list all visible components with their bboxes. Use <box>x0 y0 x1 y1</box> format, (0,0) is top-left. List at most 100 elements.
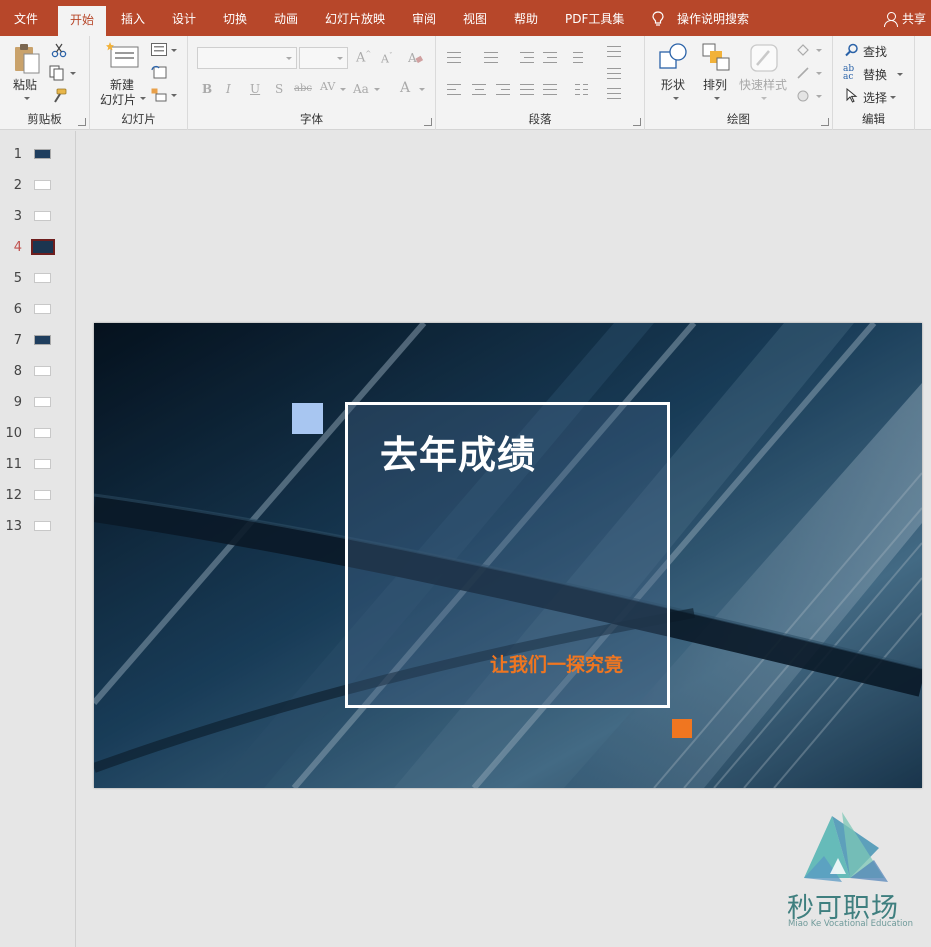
chevron-down-icon[interactable] <box>140 97 146 100</box>
slide-thumbnail-active[interactable]: 4 <box>0 237 76 261</box>
tab-slideshow[interactable]: 幻灯片放映 <box>325 0 385 36</box>
chevron-down-icon[interactable] <box>24 97 30 100</box>
slide-thumbnail[interactable]: 13 <box>0 516 76 540</box>
tab-review[interactable]: 审阅 <box>412 0 436 36</box>
new-slide-label-2[interactable]: 幻灯片 <box>100 91 136 108</box>
strikethrough-icon[interactable]: abc <box>294 83 312 94</box>
tab-pdf-tools[interactable]: PDF工具集 <box>565 0 624 36</box>
bullets-icon[interactable] <box>447 52 461 64</box>
slide-thumbnail[interactable]: 7 <box>0 330 76 354</box>
tab-animations[interactable]: 动画 <box>274 0 298 36</box>
smartart-icon[interactable] <box>607 88 621 100</box>
chevron-down-icon[interactable] <box>890 96 896 99</box>
line-spacing-icon[interactable] <box>569 52 583 64</box>
tab-transitions[interactable]: 切换 <box>223 0 247 36</box>
dialog-launcher-icon[interactable] <box>821 118 829 126</box>
slide-thumbnail[interactable]: 1 <box>0 144 76 168</box>
layout-icon[interactable] <box>151 43 167 56</box>
paste-label[interactable]: 粘贴 <box>13 76 37 93</box>
chevron-down-icon[interactable] <box>419 88 425 91</box>
slide-thumbnail[interactable]: 11 <box>0 454 76 478</box>
quick-styles-icon[interactable] <box>748 42 782 74</box>
find-label[interactable]: 查找 <box>863 43 887 60</box>
share-button[interactable]: 共享 <box>884 10 926 27</box>
chevron-down-icon[interactable] <box>70 72 76 75</box>
chevron-down-icon[interactable] <box>171 49 177 52</box>
character-spacing-icon[interactable]: AV <box>320 80 335 93</box>
align-right-icon[interactable] <box>496 84 510 96</box>
grow-font-icon[interactable]: A^ <box>356 50 371 65</box>
tab-home[interactable]: 开始 <box>58 6 107 36</box>
tab-design[interactable]: 设计 <box>172 0 196 36</box>
slide-thumbnail[interactable]: 8 <box>0 361 76 385</box>
tab-file[interactable]: 文件 <box>14 0 38 36</box>
slide-thumbnail[interactable]: 10 <box>0 423 76 447</box>
select-label[interactable]: 选择 <box>863 89 887 106</box>
chevron-down-icon[interactable] <box>897 73 903 76</box>
dialog-launcher-icon[interactable] <box>78 118 86 126</box>
tab-insert[interactable]: 插入 <box>121 0 145 36</box>
numbering-icon[interactable] <box>484 52 498 64</box>
select-cursor-icon[interactable] <box>846 88 858 103</box>
slide-thumbnail[interactable]: 6 <box>0 299 76 323</box>
chevron-down-icon[interactable] <box>714 97 720 100</box>
slide-thumbnail[interactable]: 9 <box>0 392 76 416</box>
chevron-down-icon[interactable] <box>374 88 380 91</box>
align-center-icon[interactable] <box>472 84 486 96</box>
distribute-icon[interactable] <box>543 84 557 96</box>
replace-icon[interactable]: ab ac <box>843 65 854 82</box>
font-name-combo[interactable] <box>197 47 297 69</box>
font-size-combo[interactable] <box>299 47 348 69</box>
shape-outline-icon[interactable] <box>795 65 811 81</box>
align-left-icon[interactable] <box>447 84 461 96</box>
chevron-down-icon[interactable] <box>673 97 679 100</box>
find-icon[interactable] <box>845 43 859 57</box>
copy-icon[interactable] <box>49 65 67 81</box>
tell-me-search[interactable]: 操作说明搜索 <box>677 0 749 38</box>
slide-thumbnail[interactable]: 5 <box>0 268 76 292</box>
replace-label[interactable]: 替换 <box>863 66 887 83</box>
columns-icon[interactable] <box>575 84 589 96</box>
new-slide-icon[interactable] <box>106 42 140 70</box>
chevron-down-icon[interactable] <box>340 88 346 91</box>
bold-icon[interactable]: B <box>202 82 212 96</box>
chevron-down-icon[interactable] <box>816 95 822 98</box>
decrease-indent-icon[interactable] <box>520 52 534 64</box>
section-icon[interactable] <box>151 88 167 102</box>
slide-title[interactable]: 去年成绩 <box>380 424 536 479</box>
justify-icon[interactable] <box>520 84 534 96</box>
change-case-icon[interactable]: Aa <box>353 82 369 96</box>
chevron-down-icon[interactable] <box>171 94 177 97</box>
dialog-launcher-icon[interactable] <box>424 118 432 126</box>
chevron-down-icon[interactable] <box>816 49 822 52</box>
slide-thumbnail[interactable]: 12 <box>0 485 76 509</box>
shrink-font-icon[interactable]: Aˇ <box>381 52 392 66</box>
slide-thumbnail[interactable]: 2 <box>0 175 76 199</box>
slide-subtitle[interactable]: 让我们一探究竟 <box>490 650 623 677</box>
underline-icon[interactable]: U <box>250 82 260 96</box>
shape-effects-icon[interactable] <box>795 88 811 104</box>
align-text-icon[interactable] <box>607 68 621 80</box>
arrange-icon[interactable] <box>701 42 731 72</box>
slide-canvas[interactable]: 去年成绩 让我们一探究竟 <box>94 323 922 788</box>
shapes-icon[interactable] <box>658 42 690 72</box>
font-color-icon[interactable]: A <box>400 80 410 96</box>
tab-help[interactable]: 帮助 <box>514 0 538 36</box>
reset-slide-icon[interactable] <box>151 65 167 79</box>
slide-thumbnail[interactable]: 3 <box>0 206 76 230</box>
shadow-icon[interactable]: S <box>275 82 283 96</box>
chevron-down-icon[interactable] <box>761 97 767 100</box>
paste-icon[interactable] <box>12 42 42 74</box>
italic-icon[interactable]: I <box>226 82 231 96</box>
dialog-launcher-icon[interactable] <box>633 118 641 126</box>
cut-icon[interactable] <box>51 42 67 58</box>
shapes-label[interactable]: 形状 <box>661 76 685 93</box>
format-painter-icon[interactable] <box>51 88 67 104</box>
arrange-label[interactable]: 排列 <box>703 76 727 93</box>
tab-view[interactable]: 视图 <box>463 0 487 36</box>
quick-styles-label[interactable]: 快速样式 <box>739 76 787 93</box>
text-direction-icon[interactable] <box>607 46 621 58</box>
chevron-down-icon[interactable] <box>816 72 822 75</box>
clear-formatting-icon[interactable]: A <box>408 50 424 66</box>
shape-fill-icon[interactable] <box>795 42 811 58</box>
